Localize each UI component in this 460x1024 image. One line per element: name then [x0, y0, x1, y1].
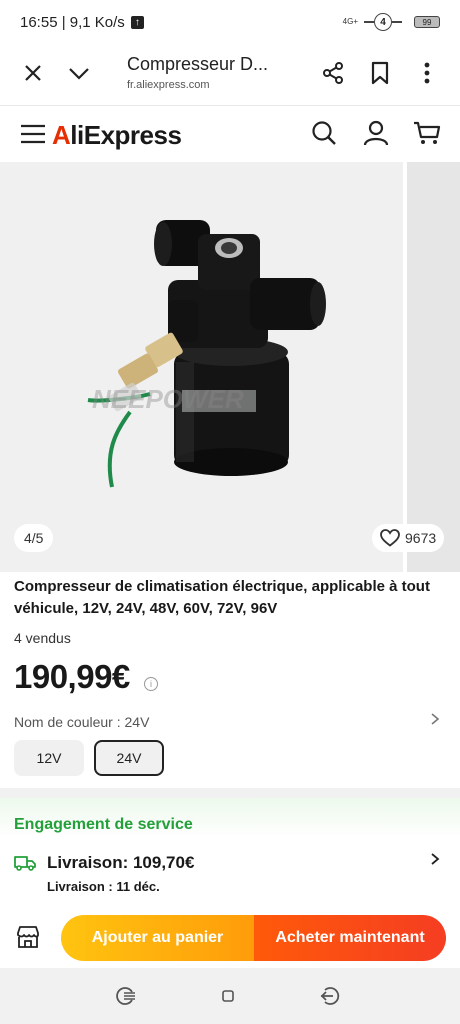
product-image: NEEPOWER: [87, 220, 326, 488]
add-to-cart-button[interactable]: Ajouter au panier: [61, 915, 254, 961]
shipping-date-row: Livraison : 11 déc.: [47, 879, 160, 894]
service-title: Engagement de service: [14, 816, 193, 833]
menu-icon[interactable]: [20, 124, 46, 149]
shipping-date-label: Livraison :: [47, 879, 117, 894]
close-icon[interactable]: [20, 60, 46, 86]
back-icon[interactable]: [320, 986, 342, 1011]
variant-12v[interactable]: 12V: [14, 740, 84, 776]
signal-badge: 4: [374, 13, 392, 31]
system-navigation-bar: [0, 968, 460, 1024]
product-gallery[interactable]: NEEPOWER 4/5 9673: [0, 162, 460, 572]
upload-indicator-icon: ↑: [130, 15, 144, 29]
network-type: 4G+: [342, 17, 358, 26]
account-icon[interactable]: [363, 120, 389, 151]
search-icon[interactable]: [311, 120, 337, 151]
action-bar: Ajouter au panier Acheter maintenant: [0, 904, 460, 968]
variant-24v[interactable]: 24V: [94, 740, 164, 776]
share-icon[interactable]: [320, 60, 346, 86]
store-icon[interactable]: [16, 926, 40, 953]
chevron-right-icon[interactable]: [430, 852, 440, 871]
shipping-date: 11 déc.: [116, 879, 160, 894]
image-counter: 4/5: [14, 524, 54, 552]
shipping-price[interactable]: Livraison: 109,70€: [47, 853, 194, 873]
tab-title: Compresseur D...: [127, 54, 269, 74]
bookmark-icon[interactable]: [367, 60, 393, 86]
status-time-speed: 16:55 | 9,1 Ko/s: [20, 13, 125, 31]
address-bar[interactable]: Compresseur D... fr.aliexpress.com: [127, 54, 268, 91]
site-header: AliExpress: [0, 106, 460, 162]
logo-letter: A: [52, 120, 71, 150]
service-section: Engagement de service Livraison: 109,70€…: [0, 798, 460, 904]
chevron-down-icon[interactable]: [66, 60, 92, 86]
heart-icon: [380, 529, 400, 547]
buy-now-button[interactable]: Acheter maintenant: [254, 915, 446, 961]
sold-count: 4 vendus: [14, 630, 71, 646]
aliexpress-logo[interactable]: AliExpress: [52, 120, 182, 151]
browser-toolbar: Compresseur D... fr.aliexpress.com: [0, 44, 460, 106]
url-text: fr.aliexpress.com: [127, 79, 210, 91]
chevron-right-icon[interactable]: [430, 712, 440, 731]
home-icon[interactable]: [222, 989, 234, 1007]
signal-icon: 4: [364, 13, 402, 31]
product-info: Compresseur de climatisation électrique,…: [0, 572, 460, 788]
color-label[interactable]: Nom de couleur : 24V: [14, 714, 149, 730]
product-title: Compresseur de climatisation électrique,…: [14, 578, 430, 617]
cart-icon[interactable]: [413, 120, 441, 151]
logo-text: liExpress: [70, 120, 182, 150]
battery-icon: 99: [414, 16, 440, 28]
wishlist-button[interactable]: 9673: [372, 524, 445, 552]
recent-apps-icon[interactable]: [114, 986, 136, 1011]
status-bar: 16:55 | 9,1 Ko/s ↑ 4G+ 4 99: [0, 0, 460, 44]
image-watermark: NEEPOWER: [92, 384, 244, 414]
more-vertical-icon[interactable]: [414, 60, 440, 86]
next-image-preview[interactable]: [403, 162, 460, 572]
wishlist-count: 9673: [405, 530, 437, 546]
product-price: 190,99€: [14, 658, 130, 695]
truck-icon: [14, 855, 36, 876]
price-info-icon[interactable]: i: [144, 677, 158, 691]
